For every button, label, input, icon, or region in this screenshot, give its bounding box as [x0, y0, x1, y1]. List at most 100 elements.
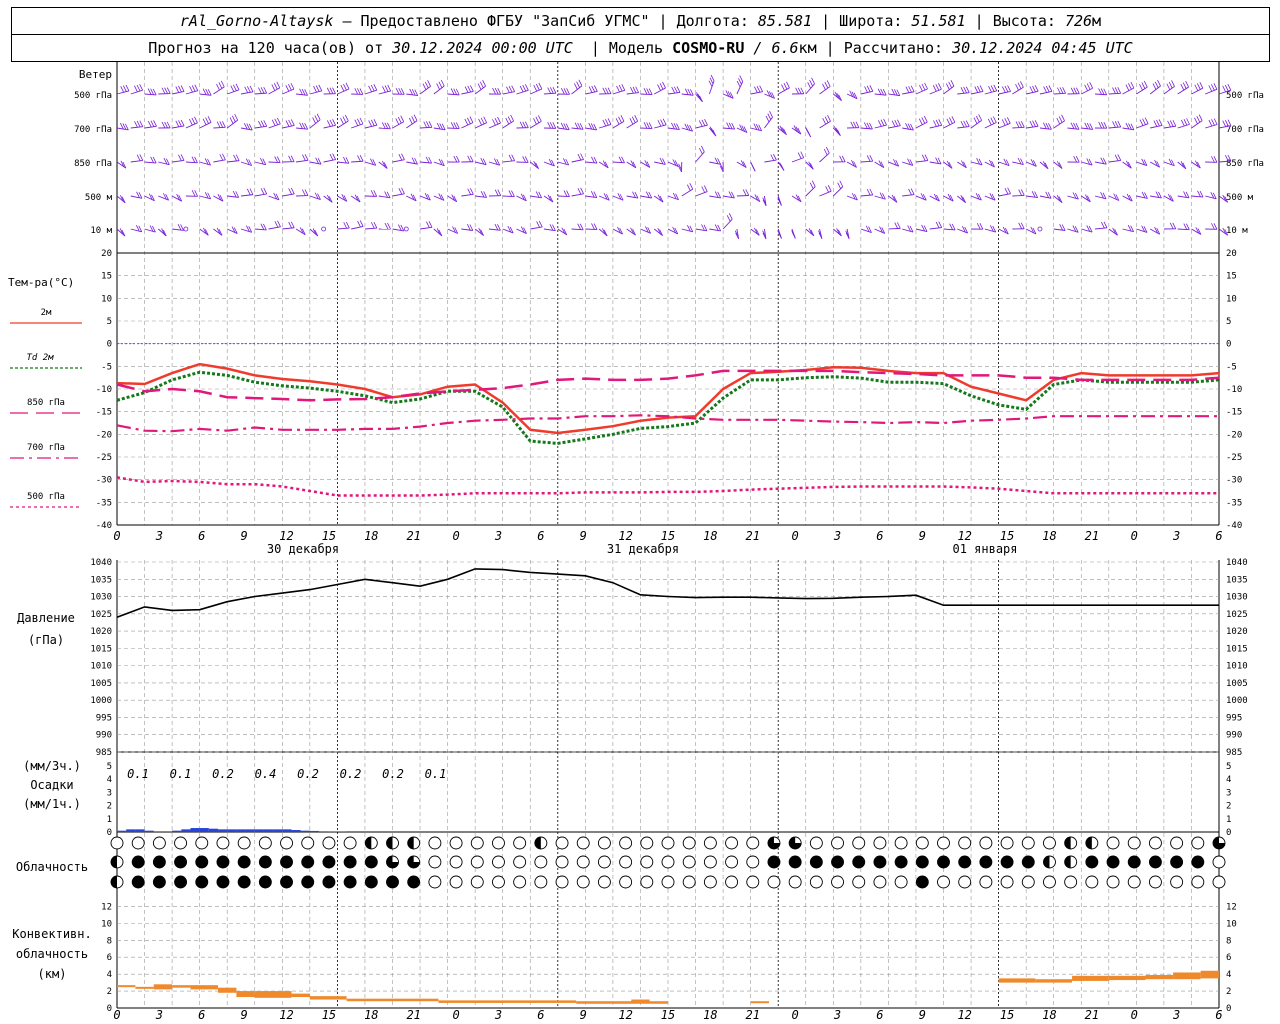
wind-barb-feather [963, 120, 967, 128]
cloud-symbol [937, 875, 950, 889]
precip-tick-right: 1 [1226, 815, 1231, 825]
wind-barb-feather [877, 120, 882, 127]
wind-barb-feather [357, 118, 361, 125]
wind-barb-feather [139, 120, 144, 127]
wind-barb-feather [1117, 154, 1122, 161]
wind-barb-feather [483, 116, 488, 123]
precip-amount-3h: 0.1 [425, 767, 447, 781]
cloud-symbol [1191, 875, 1205, 889]
conv-label-3: (км) [38, 967, 67, 981]
press-tick-left: 1015 [90, 644, 112, 654]
cloud-symbol [746, 836, 760, 850]
cloud-symbol [216, 836, 230, 850]
wind-barb-feather [423, 121, 428, 128]
cloud-symbol [873, 855, 887, 869]
wind-barb-feather [329, 119, 334, 127]
cloud-symbol [894, 875, 908, 889]
conv-tick-left: 6 [107, 953, 112, 963]
wind-barb-feather [508, 154, 513, 162]
wind-barb-feather [974, 86, 979, 93]
wind-barb-feather [588, 86, 593, 93]
wind-barb-feather [1168, 81, 1173, 89]
wind-barb-feather [770, 154, 775, 161]
wind-barb-feather [921, 83, 926, 91]
wind-barb-feather [246, 86, 251, 93]
day-label: 01 января [952, 542, 1017, 556]
wind-barb-feather [274, 118, 279, 125]
wind-barb [557, 195, 570, 197]
cloud-symbol [1064, 875, 1078, 889]
wind-barb-feather [657, 84, 661, 91]
wind-barb [764, 159, 777, 163]
wind-barb-feather [188, 118, 193, 126]
wind-barb-feather [164, 87, 168, 94]
wind-barb-feather [635, 86, 640, 93]
calm-circle [183, 226, 189, 232]
wind-barb-feather [1004, 118, 1009, 125]
wind-barb-feather [507, 116, 512, 123]
wind-barb-feather [1032, 85, 1036, 93]
conv-bar [190, 985, 219, 990]
wind-barb-feather [233, 154, 237, 162]
wind-barb [144, 161, 157, 164]
wind-barb [199, 195, 211, 200]
cloud-symbol [449, 855, 463, 869]
wind-barb-feather [139, 154, 144, 161]
cloud-symbol [195, 875, 209, 889]
wind-barb [902, 194, 915, 197]
wind-barb-feather [136, 84, 141, 92]
wind-barb-feather [576, 81, 580, 88]
precip-tick-left: 1 [107, 815, 112, 825]
wind-barb-feather [478, 118, 482, 126]
cloud-symbol [131, 875, 145, 889]
precip-bar [236, 829, 246, 832]
conv-bar [254, 991, 292, 998]
cloud-symbol [746, 875, 760, 889]
wind-barb [736, 195, 749, 197]
wind-barb-feather [524, 121, 529, 128]
wind-barb-feather [1061, 114, 1065, 122]
time-tick-upper: 9 [580, 529, 587, 543]
time-tick-upper: 9 [241, 529, 248, 543]
wind-barb-feather [194, 190, 199, 197]
wind-barb-feather [615, 118, 620, 125]
legend-label-3: 700 гПа [27, 443, 65, 453]
wind-barb [502, 160, 515, 163]
wind-barb-feather [1089, 82, 1094, 89]
wind-barb-feather [1139, 83, 1143, 91]
wind-barb-feather [634, 115, 639, 122]
cloud-symbol [725, 875, 739, 889]
wind-barb-feather [413, 114, 418, 121]
wind-barb-feather [933, 120, 937, 127]
precip-bar [300, 830, 310, 832]
wind-barb-feather [1076, 87, 1080, 94]
conv-bar [1108, 975, 1146, 981]
wind-barb-feather [326, 87, 331, 94]
precip-amount-3h: 0.1 [127, 767, 149, 781]
wind-barb-feather [797, 152, 802, 159]
time-tick-lower: 0 [113, 1008, 120, 1022]
cloud-symbol [725, 855, 739, 869]
temp-tick-right: -5 [1226, 362, 1237, 372]
pressure-panel: 1040 1040 1035 1035 1030 1030 1025 1025 1020 1020… [17, 558, 1248, 758]
wind-barb [626, 195, 639, 199]
wind-barb-feather [1213, 118, 1218, 125]
wind-barb [337, 161, 349, 164]
wind-barb-feather [424, 81, 429, 89]
wind-barb [130, 160, 143, 163]
wind-barb-feather [662, 118, 667, 126]
cloud-symbol [915, 836, 929, 850]
time-tick-lower: 6 [1215, 1008, 1222, 1022]
wind-barb-feather [1180, 119, 1185, 127]
day-label: 30 декабря [267, 542, 339, 556]
wind-barb-feather [823, 148, 828, 156]
cloud-symbol [809, 875, 823, 889]
wind-level-label-right: 500 м [1226, 193, 1254, 203]
wind-barb-feather [618, 116, 622, 123]
wind-barb [943, 228, 956, 231]
wind-barb-feather [918, 118, 923, 125]
wind-barb-feather [314, 115, 319, 122]
wind-barb [1163, 86, 1175, 95]
wind-barb [1177, 228, 1190, 231]
wind-barb-feather [1017, 82, 1022, 89]
